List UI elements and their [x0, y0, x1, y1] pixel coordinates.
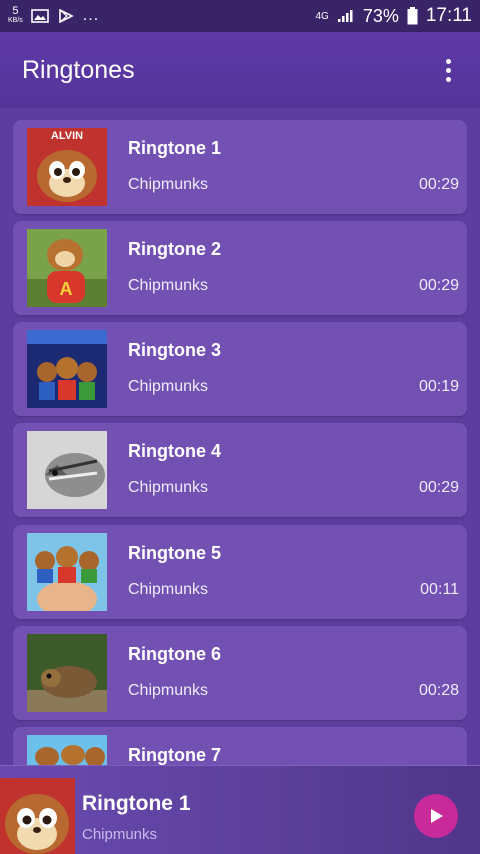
album-thumbnail: ALVIN	[27, 128, 107, 206]
signal-icon	[337, 10, 353, 22]
thumbnail-caption: ALVIN	[51, 130, 83, 142]
ringtone-title: Ringtone 3	[128, 340, 221, 360]
ringtone-duration: 00:11	[420, 581, 459, 598]
svg-text:A: A	[60, 279, 73, 299]
clock: 17:11	[425, 5, 472, 26]
status-bar-left: 5 KB/s ...	[8, 5, 100, 25]
ringtone-title: Ringtone 1	[128, 138, 221, 158]
album-thumbnail	[27, 634, 107, 712]
ringtone-duration: 00:28	[418, 682, 459, 699]
network-speed-value: 5	[12, 5, 19, 17]
ringtone-duration: 00:29	[418, 277, 459, 294]
notification-overflow: ...	[82, 7, 100, 24]
ringtone-title: Ringtone 2	[128, 239, 221, 259]
status-bar-right: 4G 73% 17:11	[315, 5, 472, 27]
network-speed: 5 KB/s	[8, 5, 23, 25]
ringtone-artist: Chipmunks	[128, 581, 209, 598]
ringtone-title: Ringtone 4	[128, 441, 221, 461]
album-thumbnail: A	[27, 229, 107, 307]
list-item[interactable]: Ringtone 3 Chipmunks 00:19	[13, 322, 467, 416]
list-item[interactable]: Ringtone 4 Chipmunks 00:29	[13, 423, 467, 517]
ringtone-artist: Chipmunks	[128, 479, 209, 496]
play-button[interactable]	[414, 794, 458, 838]
album-thumbnail	[27, 330, 107, 408]
battery-icon	[407, 7, 418, 25]
album-thumbnail	[27, 533, 107, 611]
ringtone-artist: Chipmunks	[128, 176, 209, 193]
ringtone-artist: Chipmunks	[128, 277, 209, 294]
battery-percent: 73%	[362, 5, 399, 26]
ringtone-duration: 00:19	[418, 378, 459, 395]
list-item[interactable]: Ringtone 5 Chipmunks 00:11	[13, 525, 467, 619]
list-item[interactable]: A Ringtone 2 Chipmunks 00:29	[13, 221, 467, 315]
page-title: Ringtones	[22, 55, 135, 84]
album-thumbnail	[27, 735, 107, 765]
more-vert-icon[interactable]	[438, 55, 458, 85]
ringtone-duration: 00:29	[418, 176, 459, 193]
list-item[interactable]: Ringtone 6 Chipmunks 00:28	[13, 626, 467, 720]
network-speed-unit: KB/s	[8, 17, 23, 24]
list-item[interactable]: ALVIN Ringtone 1 Chipmunks 00:29	[13, 120, 467, 214]
list-item[interactable]: Ringtone 7	[13, 727, 467, 765]
album-thumbnail	[27, 431, 107, 509]
ringtone-title: Ringtone 6	[128, 644, 221, 664]
image-icon	[30, 9, 49, 23]
status-bar: 5 KB/s ... 4G 73% 17:11	[0, 0, 480, 32]
ringtone-artist: Chipmunks	[128, 682, 209, 699]
ringtone-duration: 00:29	[418, 479, 459, 496]
app-bar: Ringtones	[0, 32, 480, 108]
ringtone-title: Ringtone 5	[128, 543, 221, 563]
network-type: 4G	[315, 10, 329, 22]
now-playing-bar[interactable]: Ringtone 1 Chipmunks	[0, 765, 480, 854]
ringtone-list[interactable]: ALVIN Ringtone 1 Chipmunks 00:29 A Ringt…	[0, 108, 480, 765]
ringtone-artist: Chipmunks	[128, 378, 209, 395]
now-playing-thumbnail	[0, 778, 75, 854]
play-store-icon	[58, 9, 74, 23]
play-icon	[431, 809, 443, 823]
ringtone-title: Ringtone 7	[128, 745, 221, 765]
now-playing-title: Ringtone 1	[82, 792, 191, 815]
now-playing-artist: Chipmunks	[82, 826, 158, 843]
